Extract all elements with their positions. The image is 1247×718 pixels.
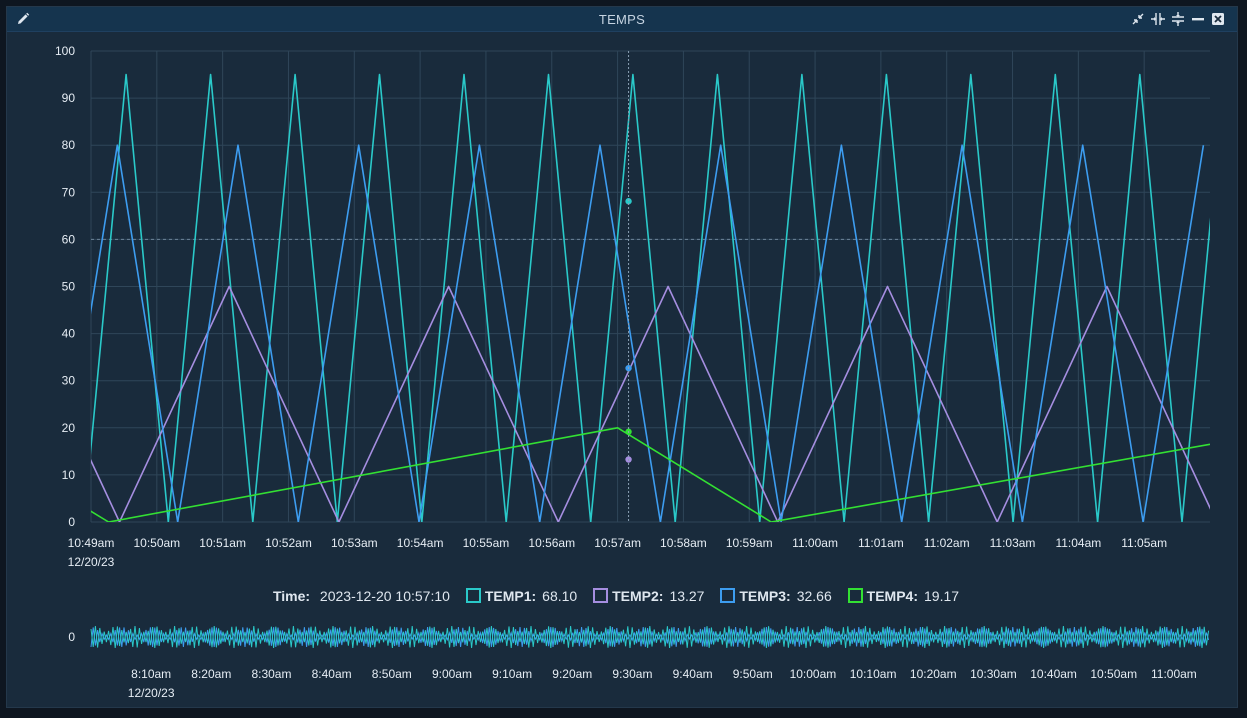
legend-item-temp4[interactable]: TEMP4: 19.17 bbox=[847, 588, 960, 605]
y-axis: 0 10 20 30 40 50 60 70 80 90 100 bbox=[55, 44, 75, 529]
legend-time: Time: 2023-12-20 10:57:10 bbox=[273, 588, 450, 604]
x-tick-label: 10:51am bbox=[199, 536, 246, 550]
overview-x-tick-label: 9:40am bbox=[673, 667, 713, 681]
overview-x-tick-label: 8:40am bbox=[312, 667, 352, 681]
overview-x-tick-label: 9:20am bbox=[552, 667, 592, 681]
y-tick-label: 90 bbox=[62, 91, 76, 105]
legend-item-temp2[interactable]: TEMP2: 13.27 bbox=[593, 588, 704, 604]
legend-swatch-temp2 bbox=[593, 588, 609, 604]
legend-swatch-temp3 bbox=[720, 588, 736, 604]
series-line-temp1 bbox=[91, 73, 1210, 522]
x-tick-label: 10:58am bbox=[660, 536, 707, 550]
x-tick-label: 11:01am bbox=[858, 536, 904, 550]
x-tick-label: 10:52am bbox=[265, 536, 312, 550]
legend-value-temp2: 13.27 bbox=[669, 588, 705, 605]
overview-x-tick-label: 8:30am bbox=[251, 667, 291, 681]
overview-x-tick-label: 9:00am bbox=[432, 667, 472, 681]
overview-x-tick-label: 10:00am bbox=[790, 667, 837, 681]
x-date-label: 12/20/23 bbox=[68, 555, 115, 569]
legend-value-temp4: 19.17 bbox=[924, 588, 960, 605]
overview-x-tick-label: 8:50am bbox=[372, 667, 412, 681]
y-tick-label: 80 bbox=[62, 138, 76, 152]
overview-x-tick-label: 9:50am bbox=[733, 667, 773, 681]
overview-y-tick-label: 0 bbox=[68, 630, 75, 644]
overview-x-tick-label: 10:40am bbox=[1030, 667, 1077, 681]
y-tick-label: 70 bbox=[62, 185, 76, 199]
x-tick-label: 10:59am bbox=[726, 536, 773, 550]
x-tick-label: 10:50am bbox=[133, 536, 180, 550]
y-tick-label: 100 bbox=[55, 44, 75, 58]
x-tick-label: 10:56am bbox=[528, 536, 575, 550]
legend-name-temp4: TEMP4: bbox=[866, 588, 918, 605]
legend-swatch-temp4 bbox=[847, 588, 863, 604]
overview-x-tick-label: 9:10am bbox=[492, 667, 532, 681]
overview-x-tick-label: 10:10am bbox=[850, 667, 897, 681]
y-tick-label: 40 bbox=[62, 327, 76, 341]
overview-x-tick-label: 9:30am bbox=[612, 667, 652, 681]
overview-x-tick-label: 10:20am bbox=[910, 667, 957, 681]
x-tick-label: 10:49am bbox=[68, 536, 115, 550]
x-tick-label: 11:04am bbox=[1055, 536, 1101, 550]
overview-x-tick-label: 8:20am bbox=[191, 667, 231, 681]
x-tick-label: 11:02am bbox=[924, 536, 970, 550]
x-tick-label: 10:55am bbox=[463, 536, 510, 550]
chart-legend: Time: 2023-12-20 10:57:10 TEMP1: 68.10 TE… bbox=[7, 587, 1237, 604]
overview-x-tick-label: 10:30am bbox=[970, 667, 1017, 681]
legend-item-temp3[interactable]: TEMP3: 32.66 bbox=[720, 588, 832, 605]
overview-chart[interactable]: 0 8:10am 12/20/23 8:20am 8:30am 8:40am 8:50am 9… bbox=[68, 625, 1210, 700]
legend-time-value: 2023-12-20 10:57:10 bbox=[319, 588, 450, 605]
x-axis: 10:49am 12/20/23 10:50am 10:51am 10:52am 10:5… bbox=[68, 536, 1167, 569]
y-tick-label: 10 bbox=[62, 468, 76, 482]
overview-date-label: 12/20/23 bbox=[128, 686, 175, 700]
legend-time-label: Time: bbox=[272, 588, 311, 605]
y-tick-label: 0 bbox=[68, 515, 75, 529]
overview-x-tick-label: 10:50am bbox=[1090, 667, 1137, 681]
temps-panel: TEMPS 0 10 20 30 40 50 60 70 80 90 100 10:49am 12/2… bbox=[6, 6, 1238, 708]
y-tick-label: 60 bbox=[62, 232, 76, 246]
legend-name-temp3: TEMP3: bbox=[739, 588, 791, 605]
y-tick-label: 20 bbox=[62, 421, 76, 435]
legend-value-temp3: 32.66 bbox=[796, 588, 832, 605]
y-tick-label: 30 bbox=[62, 374, 76, 388]
legend-swatch-temp1 bbox=[465, 588, 481, 604]
x-tick-label: 10:54am bbox=[397, 536, 444, 550]
overview-x-tick-label: 8:10am bbox=[131, 667, 171, 681]
legend-item-temp1[interactable]: TEMP1: 68.10 bbox=[465, 588, 578, 605]
legend-value-temp1: 68.10 bbox=[542, 588, 578, 605]
x-tick-label: 10:57am bbox=[594, 536, 641, 550]
chart-series bbox=[91, 73, 1210, 522]
legend-name-temp1: TEMP1: bbox=[484, 588, 537, 605]
y-tick-label: 50 bbox=[62, 280, 76, 294]
x-tick-label: 11:03am bbox=[990, 536, 1036, 550]
overview-x-tick-label: 11:00am bbox=[1151, 667, 1197, 681]
x-tick-label: 10:53am bbox=[331, 536, 378, 550]
x-tick-label: 11:00am bbox=[792, 536, 838, 550]
x-tick-label: 11:05am bbox=[1121, 536, 1167, 550]
legend-name-temp2: TEMP2: bbox=[612, 588, 664, 605]
